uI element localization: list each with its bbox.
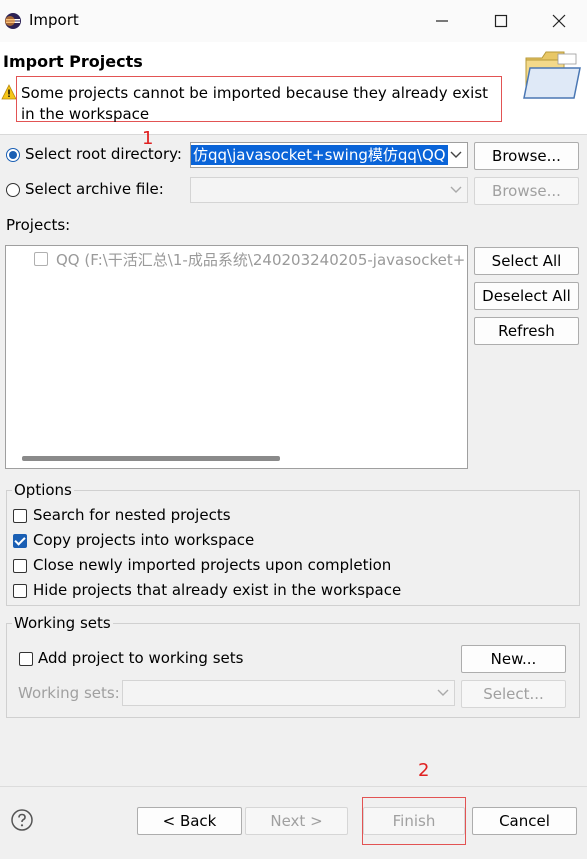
select-working-sets-button[interactable]: Select...	[461, 680, 566, 708]
copy-projects-checkbox[interactable]	[13, 534, 27, 548]
deselect-all-button[interactable]: Deselect All	[474, 282, 579, 310]
projects-label: Projects:	[6, 216, 71, 234]
chevron-down-icon	[450, 186, 462, 193]
footer-divider	[0, 786, 587, 787]
next-button[interactable]: Next >	[245, 807, 348, 835]
eclipse-app-icon	[5, 13, 21, 29]
options-title: Options	[12, 481, 74, 499]
search-nested-label: Search for nested projects	[33, 506, 231, 524]
maximize-icon	[494, 14, 508, 28]
close-newly-label: Close newly imported projects upon compl…	[33, 556, 392, 574]
folder-icon	[523, 51, 581, 99]
archive-browse-button[interactable]: Browse...	[474, 177, 579, 205]
window-title: Import	[29, 11, 79, 29]
projects-list[interactable]	[5, 245, 468, 469]
close-icon	[552, 14, 566, 28]
select-archive-file-radio[interactable]	[6, 183, 20, 197]
copy-projects-label: Copy projects into workspace	[33, 531, 255, 549]
chevron-down-icon	[437, 689, 449, 696]
maximize-button[interactable]	[472, 0, 530, 42]
project-item[interactable]: QQ (F:\干活汇总\1-成品系统\240203240205-javasock…	[56, 249, 466, 270]
chevron-down-icon	[449, 147, 463, 161]
search-nested-checkbox[interactable]	[13, 509, 27, 523]
select-root-directory-label: Select root directory:	[25, 145, 182, 163]
working-sets-combo[interactable]	[122, 680, 455, 706]
root-browse-button[interactable]: Browse...	[474, 142, 579, 170]
page-title: Import Projects	[3, 52, 143, 71]
close-newly-checkbox[interactable]	[13, 559, 27, 573]
select-root-directory-radio[interactable]	[6, 148, 20, 162]
root-directory-combo[interactable]: 仿qq\javasocket+swing模仿qq\QQ	[190, 142, 468, 168]
select-archive-file-label: Select archive file:	[25, 180, 164, 198]
hide-existing-label: Hide projects that already exist in the …	[33, 581, 402, 599]
minimize-icon	[436, 20, 448, 22]
add-to-working-sets-label: Add project to working sets	[38, 649, 244, 667]
working-sets-title: Working sets	[12, 614, 113, 632]
working-sets-label: Working sets:	[18, 684, 120, 702]
select-all-button[interactable]: Select All	[474, 247, 579, 275]
horizontal-scrollbar[interactable]	[22, 456, 280, 461]
archive-file-combo[interactable]	[190, 177, 468, 203]
hide-existing-checkbox[interactable]	[13, 584, 27, 598]
warning-message: Some projects cannot be imported because…	[16, 76, 502, 123]
project-checkbox[interactable]	[34, 252, 48, 266]
back-button[interactable]: < Back	[137, 807, 242, 835]
help-icon[interactable]	[10, 808, 34, 832]
finish-highlight-box	[362, 797, 466, 845]
refresh-button[interactable]: Refresh	[474, 317, 579, 345]
root-directory-value: 仿qq\javasocket+swing模仿qq\QQ	[191, 145, 448, 165]
cancel-button[interactable]: Cancel	[472, 807, 577, 835]
warning-icon	[1, 84, 17, 100]
annotation-2: 2	[418, 760, 430, 781]
new-working-set-button[interactable]: New...	[461, 645, 566, 673]
add-to-working-sets-checkbox[interactable]	[19, 652, 33, 666]
minimize-button[interactable]	[413, 0, 471, 42]
close-button[interactable]	[530, 0, 587, 42]
